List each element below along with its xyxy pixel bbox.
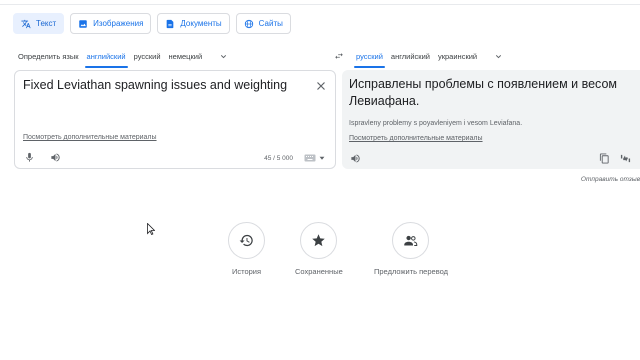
thumbs-rating-icon (620, 154, 630, 162)
star-icon (312, 234, 326, 247)
listen-source-button[interactable] (49, 151, 61, 163)
keyboard-button[interactable] (304, 154, 325, 162)
top-strip (0, 0, 640, 5)
tab-documents[interactable]: Документы (157, 13, 230, 34)
chevron-down-icon (495, 54, 501, 58)
history-label: История (231, 267, 262, 276)
suggest-circle (392, 222, 430, 259)
transliteration-text: Ispravleny problemy s poyavleniyem i ves… (349, 120, 523, 127)
swap-icon (335, 53, 343, 59)
suggest-translation-button[interactable]: Предложить перевод (374, 222, 448, 276)
source-lang-detect[interactable]: Определить язык (14, 46, 83, 66)
mode-tabs: Текст Изображения Документы Сайты (13, 13, 291, 34)
translation-text: Исправлены проблемы с появлением и весом… (349, 77, 617, 108)
tab-documents-label: Документы (180, 19, 222, 28)
saved-label: Сохраненные (295, 267, 343, 276)
voice-input-button[interactable] (23, 151, 35, 163)
source-lang-english[interactable]: английский (83, 46, 130, 68)
dropdown-arrow-icon (319, 156, 325, 160)
send-feedback-link[interactable]: Отправить отзыв (581, 176, 640, 183)
source-text-panel: Fixed Leviathan spawning issues and weig… (14, 70, 336, 169)
document-icon (167, 19, 174, 28)
mouse-cursor-icon (147, 223, 155, 235)
history-circle (228, 222, 265, 259)
close-icon (317, 82, 325, 90)
image-icon (79, 19, 87, 28)
tab-websites[interactable]: Сайты (235, 13, 291, 34)
source-text-input[interactable]: Fixed Leviathan spawning issues and weig… (23, 77, 303, 94)
copy-icon (599, 152, 609, 164)
tab-images-label: Изображения (93, 19, 144, 28)
copy-translation-button[interactable] (598, 152, 610, 164)
saved-circle (300, 222, 338, 259)
tab-images[interactable]: Изображения (70, 13, 152, 34)
clear-source-button[interactable] (315, 79, 327, 91)
history-icon (239, 234, 253, 247)
source-tools (23, 151, 61, 163)
speaker-icon (350, 153, 360, 163)
speaker-icon (50, 152, 60, 162)
source-more-materials-link[interactable]: Посмотреть дополнительные материалы (23, 134, 157, 141)
translate-icon (21, 19, 31, 28)
source-lang-german[interactable]: немецкий (165, 46, 207, 66)
rate-translation-button[interactable] (619, 152, 631, 164)
source-language-bar: Определить язык английский русский немец… (14, 46, 232, 68)
tab-websites-label: Сайты (258, 19, 283, 28)
globe-icon (244, 19, 253, 28)
target-more-materials-link[interactable]: Посмотреть дополнительные материалы (349, 135, 483, 142)
keyboard-icon (304, 154, 316, 162)
tab-text[interactable]: Текст (13, 13, 65, 34)
source-lang-russian[interactable]: русский (130, 46, 165, 66)
swap-languages-button[interactable] (332, 49, 346, 63)
source-lang-more-button[interactable] (214, 47, 232, 65)
target-lang-more-button[interactable] (489, 47, 507, 65)
microphone-icon (25, 152, 33, 162)
tab-text-label: Текст (36, 19, 57, 28)
character-count: 45 / 5 000 (264, 155, 293, 162)
people-icon (404, 235, 418, 246)
target-language-bar: русский английский украинский (352, 46, 507, 68)
target-lang-ukrainian[interactable]: украинский (434, 46, 481, 66)
target-lang-english[interactable]: английский (387, 46, 434, 66)
target-lang-russian[interactable]: русский (352, 46, 387, 68)
listen-translation-button[interactable] (349, 152, 361, 164)
chevron-down-icon (220, 54, 226, 58)
history-button[interactable]: История (228, 222, 265, 276)
translation-panel: Исправлены проблемы с появлением и весом… (342, 70, 640, 169)
suggest-label: Предложить перевод (374, 267, 448, 276)
saved-button[interactable]: Сохраненные (295, 222, 343, 276)
